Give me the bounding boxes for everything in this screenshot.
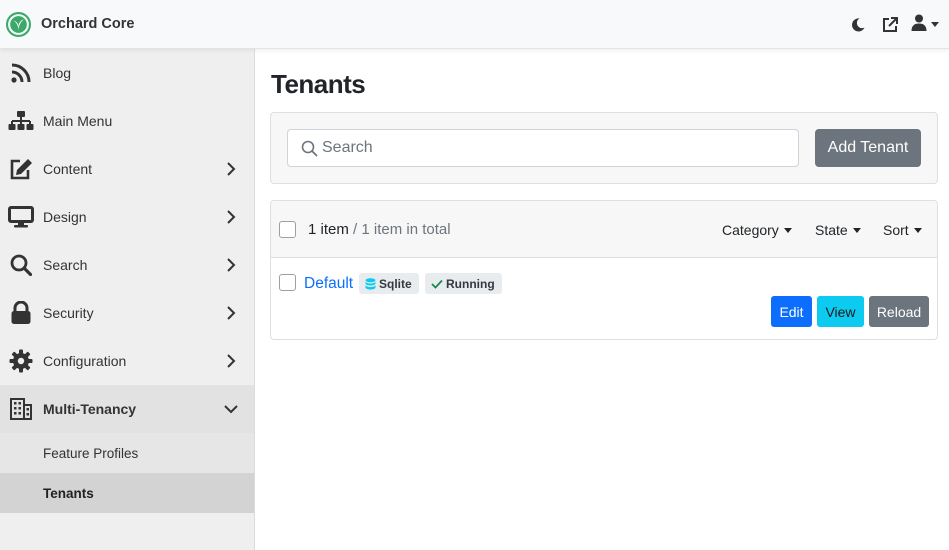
building-icon <box>4 396 38 422</box>
sidebar-item-blog[interactable]: Blog <box>0 49 254 97</box>
sidebar-subitem-tenants[interactable]: Tenants <box>0 473 254 513</box>
caret-down-icon <box>783 227 792 233</box>
orchard-logo-icon <box>6 11 31 37</box>
sidebar-item-label: Design <box>43 209 87 225</box>
theme-toggle-moon-icon[interactable] <box>843 10 873 40</box>
sidebar: Blog Main Menu Content Design Search Sec… <box>0 49 255 550</box>
search-card: Add Tenant <box>270 112 938 184</box>
select-all-checkbox[interactable] <box>279 221 296 238</box>
lock-icon <box>4 300 38 326</box>
caret-down-icon <box>852 227 861 233</box>
user-menu[interactable] <box>911 14 939 36</box>
sidebar-item-label: Security <box>43 305 94 321</box>
sitemap-icon <box>4 108 38 134</box>
category-filter-label: Category <box>722 222 779 238</box>
user-icon <box>911 14 927 36</box>
sidebar-item-security[interactable]: Security <box>0 289 254 337</box>
state-badge-label: Running <box>446 276 495 291</box>
main-content: Tenants Add Tenant 1 item / 1 item in to… <box>255 49 949 550</box>
state-filter-label: State <box>815 222 848 238</box>
brand[interactable]: Orchard Core <box>6 0 134 49</box>
reload-button[interactable]: Reload <box>869 296 929 327</box>
sidebar-item-label: Multi-Tenancy <box>43 401 137 417</box>
search-icon <box>4 252 38 278</box>
sidebar-item-main-menu[interactable]: Main Menu <box>0 97 254 145</box>
chevron-down-icon <box>224 402 238 416</box>
sort-dropdown[interactable]: Sort <box>883 222 922 238</box>
brand-name: Orchard Core <box>41 16 135 32</box>
item-count: 1 item / 1 item in total <box>308 221 451 238</box>
external-link-icon[interactable] <box>875 10 905 40</box>
row-checkbox[interactable] <box>279 274 296 291</box>
sidebar-item-search[interactable]: Search <box>0 241 254 289</box>
sort-label: Sort <box>883 222 909 238</box>
tenant-list: 1 item / 1 item in total Category State … <box>270 200 938 340</box>
category-filter-dropdown[interactable]: Category <box>722 222 792 238</box>
sidebar-subitem-feature-profiles[interactable]: Feature Profiles <box>0 433 254 473</box>
sidebar-item-label: Content <box>43 161 93 177</box>
edit-icon <box>4 156 38 182</box>
gear-icon <box>4 348 38 374</box>
sidebar-item-label: Blog <box>43 65 72 81</box>
check-icon <box>431 279 443 289</box>
page-title: Tenants <box>271 69 366 99</box>
item-count-label: 1 item <box>308 221 349 238</box>
top-navbar: Orchard Core <box>0 0 949 49</box>
sidebar-item-multi-tenancy[interactable]: Multi-Tenancy <box>0 385 254 433</box>
view-button[interactable]: View <box>817 296 864 327</box>
caret-down-icon <box>913 227 922 233</box>
database-badge: Sqlite <box>359 273 419 294</box>
monitor-icon <box>4 204 38 230</box>
sidebar-item-configuration[interactable]: Configuration <box>0 337 254 385</box>
edit-button[interactable]: Edit <box>771 296 812 327</box>
chevron-right-icon <box>224 354 238 368</box>
database-icon <box>365 277 376 290</box>
sidebar-item-label: Search <box>43 257 88 273</box>
add-tenant-button[interactable]: Add Tenant <box>815 129 921 167</box>
chevron-down-icon <box>931 22 939 27</box>
state-badge: Running <box>425 273 502 294</box>
state-filter-dropdown[interactable]: State <box>815 222 861 238</box>
rss-icon <box>4 60 38 86</box>
sidebar-item-content[interactable]: Content <box>0 145 254 193</box>
search-icon <box>299 138 319 158</box>
header-actions <box>841 0 939 49</box>
item-total-label: / 1 item in total <box>353 221 451 238</box>
chevron-right-icon <box>224 162 238 176</box>
tenant-name-link[interactable]: Default <box>304 275 353 293</box>
sidebar-item-label: Configuration <box>43 353 127 369</box>
search-box <box>287 129 799 167</box>
list-header: 1 item / 1 item in total Category State … <box>271 201 937 258</box>
sidebar-item-design[interactable]: Design <box>0 193 254 241</box>
chevron-right-icon <box>224 210 238 224</box>
sidebar-item-label: Main Menu <box>43 113 113 129</box>
search-input[interactable] <box>322 139 792 157</box>
database-badge-label: Sqlite <box>379 276 412 291</box>
chevron-right-icon <box>224 258 238 272</box>
chevron-right-icon <box>224 306 238 320</box>
